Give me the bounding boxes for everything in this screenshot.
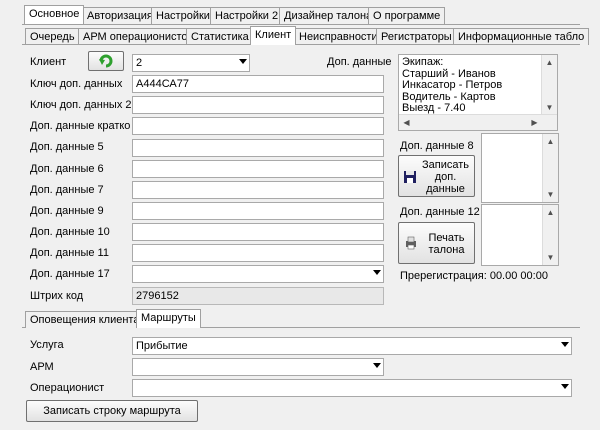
- chevron-down-icon: [561, 342, 569, 347]
- tab-neispravnosti[interactable]: Неисправности: [294, 28, 383, 45]
- field-label: Доп. данные 9: [30, 205, 104, 217]
- dop8-scrollbar[interactable]: ▲ ▼: [542, 134, 558, 202]
- dop12-label: Доп. данные 12: [400, 206, 480, 218]
- field-label: Доп. данные 11: [30, 247, 109, 259]
- operator-label: Операционист: [30, 382, 105, 394]
- tab-ochered[interactable]: Очередь: [25, 28, 80, 45]
- scroll-up-icon[interactable]: ▲: [543, 134, 558, 149]
- dop12-scrollbar[interactable]: ▲ ▼: [542, 205, 558, 265]
- tab-opovescheniya-klienta[interactable]: Оповещения клиента: [25, 311, 145, 328]
- print-ticket-label: Печать талона: [428, 232, 465, 256]
- field-label: Доп. данные кратко: [30, 120, 131, 132]
- tab-statistika[interactable]: Статистика: [186, 28, 254, 45]
- field-input[interactable]: [132, 139, 384, 157]
- print-ticket-button[interactable]: Печать талона: [398, 222, 475, 264]
- dop12-listbox[interactable]: ▲ ▼: [481, 204, 559, 266]
- field-input[interactable]: [132, 96, 384, 114]
- field-input[interactable]: [132, 181, 384, 199]
- chevron-down-icon: [373, 363, 381, 368]
- field-label: Доп. данные 7: [30, 184, 104, 196]
- scroll-up-icon[interactable]: ▲: [543, 205, 558, 220]
- scroll-down-icon[interactable]: ▼: [543, 250, 558, 265]
- write-dop-data-button[interactable]: Записать доп. данные: [398, 155, 475, 197]
- field-input[interactable]: [132, 160, 384, 178]
- tab-arm-operatsionistov[interactable]: АРМ операционистов: [78, 28, 199, 45]
- printer-icon: [406, 236, 416, 250]
- memo-horizontal-scrollbar[interactable]: ◀ ▶: [399, 114, 557, 130]
- chevron-down-icon: [373, 270, 381, 275]
- tab-nastroyki-2[interactable]: Настройки 2: [210, 7, 284, 24]
- scroll-down-icon[interactable]: ▼: [543, 187, 558, 202]
- field-input[interactable]: [132, 244, 384, 262]
- field-label: Доп. данные 10: [30, 226, 110, 238]
- scroll-right-icon[interactable]: ▶: [527, 115, 542, 130]
- field-input[interactable]: [132, 223, 384, 241]
- client-select-value: 2: [136, 57, 143, 69]
- top-tab-divider: [22, 24, 580, 25]
- write-dop-data-label: Записать доп. данные: [421, 159, 469, 195]
- tab-registratory[interactable]: Регистраторы: [376, 28, 457, 45]
- tab-klient[interactable]: Клиент: [250, 26, 297, 45]
- tab-nastroyki[interactable]: Настройки: [151, 7, 215, 24]
- field-label: Ключ доп. данных: [30, 78, 123, 90]
- memo-vertical-scrollbar[interactable]: ▲ ▼: [541, 55, 557, 115]
- field-input[interactable]: [132, 117, 384, 135]
- barcode-field: 2796152: [132, 287, 384, 305]
- bottom-tab-strip: Оповещения клиента Маршруты: [0, 309, 600, 328]
- preregistration-text: Пререгистрация: 00.00 00:00: [400, 270, 548, 282]
- chevron-down-icon: [561, 384, 569, 389]
- field-input[interactable]: А444СА77: [132, 75, 384, 93]
- service-label: Услуга: [30, 339, 64, 351]
- service-value: Прибытие: [136, 340, 188, 352]
- field-label: Доп. данные 6: [30, 163, 104, 175]
- dop-data-label: Доп. данные: [327, 56, 392, 68]
- barcode-label: Штрих код: [30, 290, 84, 302]
- field-label: Доп. данные 5: [30, 141, 104, 153]
- scroll-up-icon[interactable]: ▲: [542, 55, 557, 70]
- top-tab-strip: Основное Авторизация Настройки Настройки…: [0, 5, 600, 24]
- arm-select[interactable]: [132, 358, 384, 376]
- field-label: Ключ доп. данных 2: [30, 99, 132, 111]
- refresh-icon: [99, 54, 113, 68]
- chevron-down-icon: [239, 59, 247, 64]
- dop8-label: Доп. данные 8: [400, 140, 474, 152]
- service-select[interactable]: Прибытие: [132, 337, 572, 355]
- dop17-label: Доп. данные 17: [30, 268, 110, 280]
- sub-tab-divider: [22, 44, 580, 45]
- scroll-left-icon[interactable]: ◀: [399, 115, 414, 130]
- tab-o-programme[interactable]: О программе: [368, 7, 446, 24]
- client-label: Клиент: [30, 56, 67, 68]
- tab-avtorizatsiya[interactable]: Авторизация: [82, 7, 158, 24]
- tab-osnovnoe[interactable]: Основное: [24, 5, 85, 24]
- client-select[interactable]: 2: [132, 54, 250, 72]
- field-input[interactable]: [132, 202, 384, 220]
- sub-tab-strip: Очередь АРМ операционистов Статистика Кл…: [0, 26, 600, 45]
- save-route-row-button[interactable]: Записать строку маршрута: [26, 400, 198, 422]
- crew-memo[interactable]: Экипаж: Старший - Иванов Инкасатор - Пет…: [398, 54, 558, 131]
- scroll-down-icon[interactable]: ▼: [542, 100, 557, 115]
- crew-memo-text: Экипаж: Старший - Иванов Инкасатор - Пет…: [402, 56, 503, 114]
- arm-label: АРМ: [30, 361, 54, 373]
- refresh-button[interactable]: [88, 51, 124, 71]
- tab-informatsionnye-tablo[interactable]: Информационные табло: [453, 28, 590, 45]
- floppy-disk-icon: [404, 171, 416, 183]
- tab-marshruty[interactable]: Маршруты: [136, 309, 201, 328]
- operator-select[interactable]: [132, 379, 572, 397]
- dop17-select[interactable]: [132, 265, 384, 283]
- tab-dizayner-talona[interactable]: Дизайнер талона: [279, 7, 378, 24]
- dop8-listbox[interactable]: ▲ ▼: [481, 133, 559, 203]
